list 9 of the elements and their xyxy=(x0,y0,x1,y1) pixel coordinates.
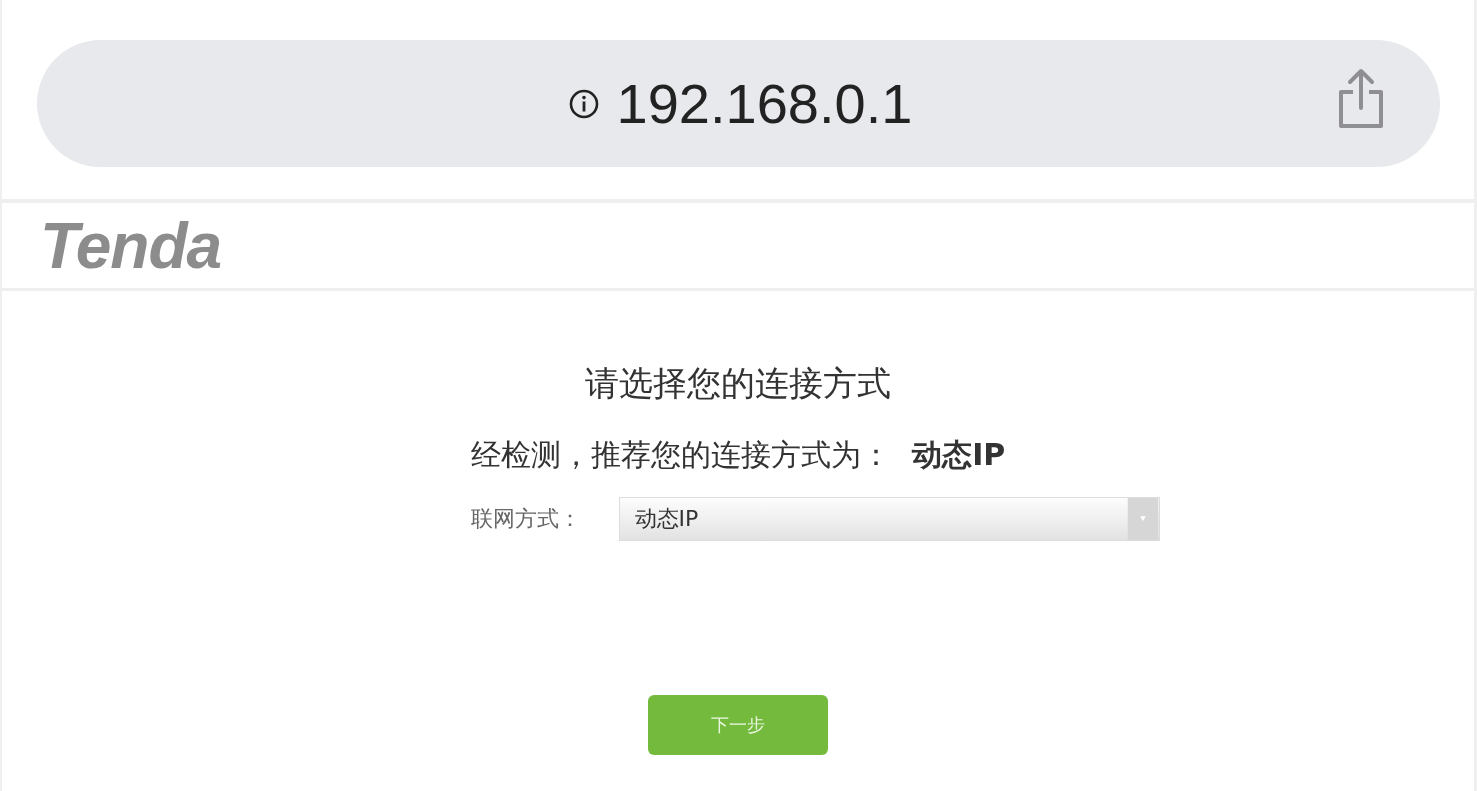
recommendation-text: 经检测，推荐您的连接方式为： 动态IP xyxy=(470,436,1006,474)
setup-title: 请选择您的连接方式 xyxy=(585,363,891,403)
field-label: 联网方式： xyxy=(470,505,581,533)
address-bar[interactable]: 192.168.0.1 xyxy=(37,40,1440,167)
brand-logo: Tenda xyxy=(40,213,222,278)
connection-type-select[interactable]: 动态IP xyxy=(618,497,1160,541)
info-icon[interactable] xyxy=(568,88,599,119)
url-text: 192.168.0.1 xyxy=(616,75,913,132)
share-icon[interactable] xyxy=(1336,68,1386,130)
